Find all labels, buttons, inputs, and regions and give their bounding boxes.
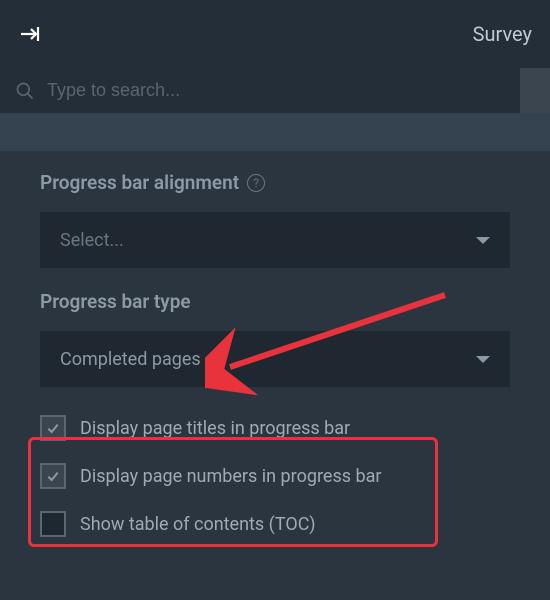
select-value: Completed pages (60, 349, 201, 370)
search-icon (15, 81, 35, 101)
field-progress-bar-alignment: Progress bar alignment ? Select... (40, 171, 510, 268)
select-progress-bar-alignment[interactable]: Select... (40, 212, 510, 268)
checkbox-input[interactable] (40, 415, 66, 441)
checkbox-input[interactable] (40, 463, 66, 489)
field-label: Progress bar type (40, 290, 191, 313)
checkbox-label: Display page numbers in progress bar (80, 466, 381, 487)
field-progress-bar-type: Progress bar type Completed pages (40, 290, 510, 387)
collapse-sidebar-icon[interactable] (18, 22, 42, 46)
settings-panel: Progress bar alignment ? Select... Progr… (0, 151, 550, 547)
checkbox-display-titles[interactable]: Display page titles in progress bar (40, 415, 510, 441)
chevron-down-icon (476, 356, 490, 363)
select-value: Select... (60, 230, 124, 251)
checkbox-label: Show table of contents (TOC) (80, 514, 315, 535)
section-divider (0, 113, 550, 151)
search-wrap (0, 68, 550, 113)
checkbox-display-numbers[interactable]: Display page numbers in progress bar (40, 463, 510, 489)
search-input[interactable] (47, 80, 505, 101)
checkbox-group: Display page titles in progress bar Disp… (40, 409, 510, 537)
search-box[interactable] (0, 68, 520, 113)
chevron-down-icon (476, 237, 490, 244)
checkbox-label: Display page titles in progress bar (80, 418, 350, 439)
select-progress-bar-type[interactable]: Completed pages (40, 331, 510, 387)
help-icon[interactable]: ? (247, 174, 265, 192)
topbar: Survey (0, 0, 550, 68)
field-label: Progress bar alignment (40, 171, 239, 194)
checkbox-input[interactable] (40, 511, 66, 537)
page-title: Survey (473, 22, 532, 46)
checkbox-show-toc[interactable]: Show table of contents (TOC) (40, 511, 510, 537)
